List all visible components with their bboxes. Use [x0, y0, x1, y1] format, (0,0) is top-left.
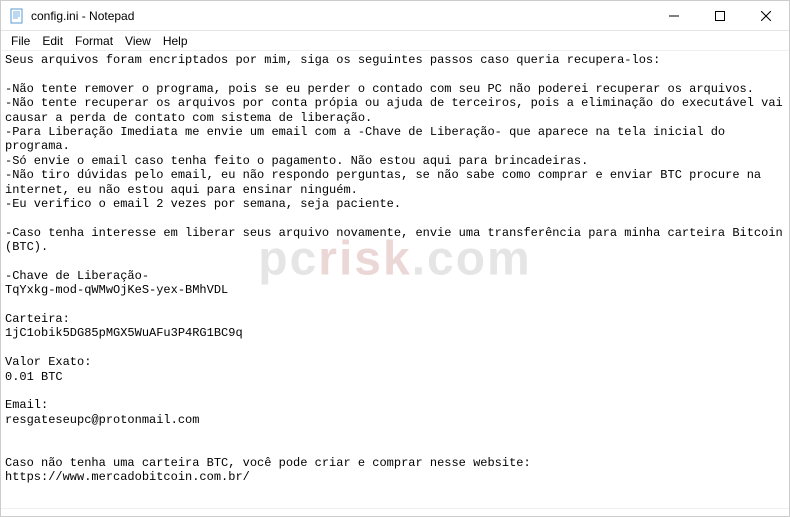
text-area[interactable]: Seus arquivos foram encriptados por mim,…: [1, 51, 789, 508]
menu-edit[interactable]: Edit: [36, 33, 69, 49]
minimize-button[interactable]: [651, 1, 697, 30]
window-controls: [651, 1, 789, 30]
statusbar: [1, 508, 789, 516]
menu-file[interactable]: File: [5, 33, 36, 49]
titlebar-left: config.ini - Notepad: [9, 8, 134, 24]
menu-view[interactable]: View: [119, 33, 157, 49]
notepad-window: config.ini - Notepad File Edit Format Vi…: [0, 0, 790, 517]
menubar: File Edit Format View Help: [1, 31, 789, 51]
close-button[interactable]: [743, 1, 789, 30]
titlebar: config.ini - Notepad: [1, 1, 789, 31]
menu-format[interactable]: Format: [69, 33, 119, 49]
menu-help[interactable]: Help: [157, 33, 194, 49]
maximize-button[interactable]: [697, 1, 743, 30]
notepad-icon: [9, 8, 25, 24]
window-title: config.ini - Notepad: [31, 9, 134, 23]
